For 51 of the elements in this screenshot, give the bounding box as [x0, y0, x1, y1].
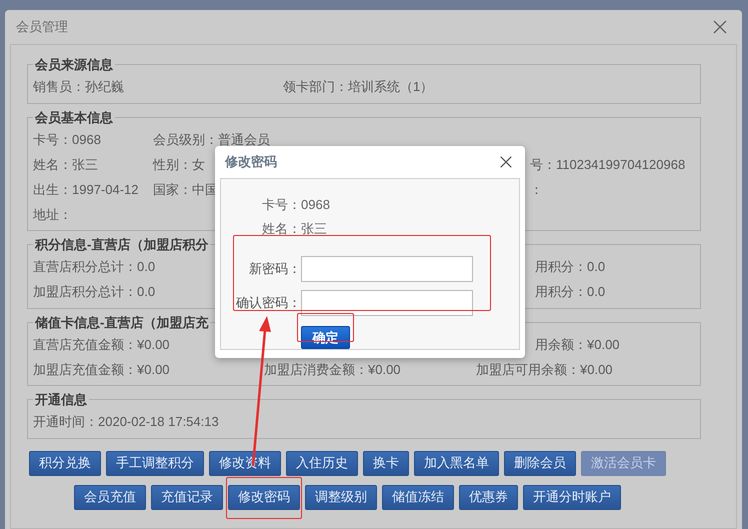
action-button[interactable]: 会员充值 — [74, 484, 146, 510]
info-text: 会员级别：普通会员 — [153, 130, 270, 149]
info-text: 卡号：0968 — [33, 130, 101, 149]
section-legend: 储值卡信息-直营店（加盟店充 — [33, 312, 210, 332]
info-text: ： — [530, 180, 543, 199]
info-value: 0968 — [301, 196, 330, 214]
action-button[interactable]: 修改密码 — [228, 484, 300, 510]
action-button[interactable]: 入住历史 — [286, 450, 358, 476]
action-button[interactable]: 删除会员 — [504, 450, 576, 476]
info-text: 加盟店消费金额：¥0.00 — [264, 360, 401, 379]
info-text: 直营店充值金额：¥0.00 — [33, 336, 170, 354]
window-title: 会员管理 — [16, 18, 68, 36]
field-label: 确认密码： — [235, 294, 301, 312]
password-field[interactable] — [301, 290, 473, 316]
info-text: 用积分：0.0 — [535, 258, 606, 276]
field-label: 新密码： — [248, 260, 301, 278]
info-text: 地址： — [33, 206, 72, 224]
info-text: 出生：1997-04-12 — [33, 180, 138, 199]
info-text: 姓名：张三 — [33, 156, 98, 174]
info-text: 号：110234199704120968 — [530, 156, 686, 174]
action-button[interactable]: 手工调整积分 — [106, 450, 204, 476]
highlight-frame — [297, 313, 354, 342]
password-field[interactable] — [301, 256, 473, 282]
close-icon[interactable] — [712, 19, 728, 35]
dialog-title: 修改密码 — [225, 153, 277, 172]
info-value: 张三 — [301, 220, 327, 238]
close-icon[interactable] — [499, 155, 513, 169]
action-button[interactable]: 换卡 — [363, 450, 409, 476]
info-text: 销售员：孙纪巍 — [33, 78, 124, 96]
section-legend: 会员基本信息 — [33, 108, 115, 127]
action-button[interactable]: 积分兑换 — [29, 450, 101, 476]
info-text: 用余额：¥0.00 — [535, 336, 620, 354]
info-text: 加盟店可用余额：¥0.00 — [476, 360, 613, 379]
action-button[interactable]: 优惠券 — [459, 484, 518, 510]
info-label: 卡号： — [261, 196, 301, 214]
action-button[interactable]: 充值记录 — [151, 484, 223, 510]
section-legend: 积分信息-直营店（加盟店积分 — [33, 235, 210, 254]
action-button[interactable]: 储值冻结 — [382, 484, 454, 510]
action-button[interactable]: 调整级别 — [305, 484, 377, 510]
info-text: 用积分：0.0 — [535, 283, 606, 302]
action-button[interactable]: 加入黑名单 — [414, 450, 499, 476]
section-legend: 开通信息 — [33, 390, 89, 410]
info-text: 加盟店充值金额：¥0.00 — [33, 360, 170, 379]
info-text: 领卡部门：培训系统（1） — [283, 78, 434, 96]
section-legend: 会员来源信息 — [33, 55, 115, 74]
info-text: 加盟店积分总计：0.0 — [33, 283, 156, 302]
info-text: 性别：女 — [153, 156, 205, 174]
info-text: 直营店积分总计：0.0 — [33, 258, 156, 276]
action-button[interactable]: 开通分时账户 — [523, 484, 621, 510]
info-text: 开通时间：2020-02-18 17:54:13 — [33, 413, 219, 432]
info-label: 姓名： — [261, 220, 301, 238]
